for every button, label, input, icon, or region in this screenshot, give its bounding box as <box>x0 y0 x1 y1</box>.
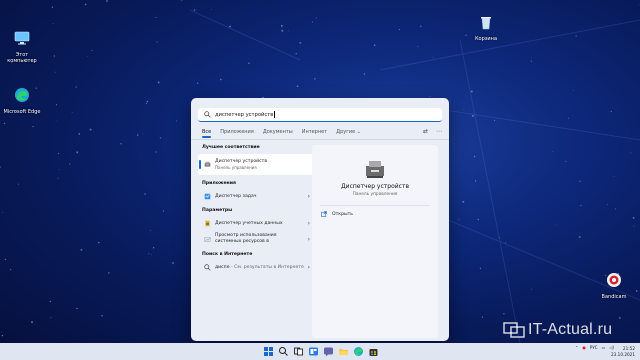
search-icon[interactable] <box>278 346 289 357</box>
clock-time: 21:52 <box>622 346 635 351</box>
search-input[interactable]: диспетчер устройств <box>215 112 273 118</box>
bandicam-icon <box>607 273 621 287</box>
tab-documents[interactable]: Документы <box>263 129 293 135</box>
credential-manager-icon <box>205 220 210 227</box>
list-item[interactable]: Просмотр использования системных ресурсо… <box>198 230 314 248</box>
more-options-icon[interactable]: ⋯ <box>436 128 442 135</box>
best-match-title: Диспетчер устройств <box>215 158 268 164</box>
detail-pane: Диспетчер устройств Панель управления От… <box>312 145 438 338</box>
section-heading: Приложения <box>202 181 236 186</box>
best-match-item[interactable]: Диспетчер устройств Панель управления <box>198 154 314 175</box>
taskbar-icons <box>263 346 379 357</box>
open-icon <box>321 211 327 217</box>
watermark-logo-icon <box>503 322 525 338</box>
divider <box>320 205 430 206</box>
teams-chat-icon[interactable] <box>323 346 334 357</box>
language-indicator[interactable]: РУС <box>590 345 598 350</box>
text-cursor <box>274 111 276 118</box>
divider <box>191 139 449 140</box>
list-item-label: Диспетчер задач <box>215 193 257 199</box>
desktop-icon-label: Bandicam <box>601 294 627 300</box>
section-heading: Лучшее соответствие <box>202 145 260 150</box>
edge-icon[interactable] <box>353 346 364 357</box>
list-item[interactable]: Диспетчер задач › <box>198 190 314 203</box>
detail-title: Диспетчер устройств <box>340 183 409 190</box>
chevron-right-icon: › <box>307 264 310 271</box>
start-icon[interactable] <box>263 346 274 357</box>
share-icon[interactable]: ⇄ <box>423 128 428 135</box>
device-manager-icon <box>204 161 211 167</box>
web-query: диспе <box>215 264 230 270</box>
detail-subtitle: Панель управления <box>352 192 398 197</box>
start-search-panel: диспетчер устройств Все Приложения Докум… <box>191 98 449 341</box>
search-icon <box>204 111 211 118</box>
tab-more[interactable]: Другие ⌄ <box>336 129 361 135</box>
filter-tabs: Все Приложения Документы Интернет Другие… <box>202 128 442 138</box>
desktop-icon-label: Корзина <box>474 36 498 42</box>
edge-desktop-icon[interactable]: Microsoft Edge <box>2 87 42 115</box>
open-action[interactable]: Открыть <box>321 211 353 217</box>
recycle-bin-desktop-icon[interactable]: Корзина <box>466 14 506 42</box>
task-view-icon[interactable] <box>293 346 304 357</box>
list-item-label: Диспетчер учетных данных <box>215 220 283 226</box>
taskbar: ⌃ ● РУС ▭ ◁) 21:52 23.10.2021 <box>0 343 640 360</box>
edge-icon <box>15 88 29 102</box>
best-match-subtitle: Панель управления <box>215 164 257 170</box>
widgets-icon[interactable] <box>308 346 319 357</box>
tab-apps[interactable]: Приложения <box>220 129 254 135</box>
desktop-icon-label: Этот компьютер <box>7 52 37 64</box>
tab-internet[interactable]: Интернет <box>302 129 327 135</box>
watermark-text: IT-Actual.ru <box>528 321 613 338</box>
section-heading: Параметры <box>202 208 233 213</box>
chevron-right-icon: › <box>307 193 310 200</box>
search-icon <box>204 264 211 271</box>
this-pc-desktop-icon[interactable]: Этот компьютер <box>2 30 42 64</box>
file-explorer-icon[interactable] <box>338 346 349 357</box>
store-icon[interactable] <box>368 346 379 357</box>
clock-date: 23.10.2021 <box>611 351 635 357</box>
search-box[interactable]: диспетчер устройств <box>198 108 442 122</box>
chevron-right-icon: › <box>307 220 310 227</box>
task-manager-icon <box>204 193 211 200</box>
bandicam-desktop-icon[interactable]: Bandicam <box>594 272 634 300</box>
monitor-icon <box>14 31 30 45</box>
recycle-bin-icon <box>481 17 491 30</box>
watermark: IT-Actual.ru <box>503 321 612 339</box>
tab-all[interactable]: Все <box>202 129 212 138</box>
device-manager-icon <box>366 161 384 178</box>
bandicam-tray-icon[interactable]: ● <box>582 345 586 350</box>
results-list: Лучшее соответствие Диспетчер устройств … <box>198 145 314 274</box>
list-item[interactable]: диспе - См. результаты в Интернете › <box>198 261 314 274</box>
web-hint: - См. результаты в Интернете <box>229 264 304 270</box>
list-item-label: Просмотр использования системных ресурсо… <box>215 233 277 244</box>
clock[interactable]: 21:52 23.10.2021 <box>611 346 635 357</box>
open-label: Открыть <box>332 211 353 217</box>
system-tray: ⌃ ● РУС ▭ ◁) <box>575 345 614 350</box>
chevron-right-icon: › <box>307 235 310 243</box>
list-item[interactable]: Диспетчер учетных данных › <box>198 217 314 230</box>
chevron-up-icon[interactable]: ⌃ <box>575 345 578 350</box>
desktop-icon-label: Microsoft Edge <box>3 109 41 115</box>
section-heading: Поиск в Интернете <box>202 252 253 257</box>
network-icon[interactable]: ▭ <box>602 345 606 350</box>
resource-monitor-icon <box>204 236 211 242</box>
